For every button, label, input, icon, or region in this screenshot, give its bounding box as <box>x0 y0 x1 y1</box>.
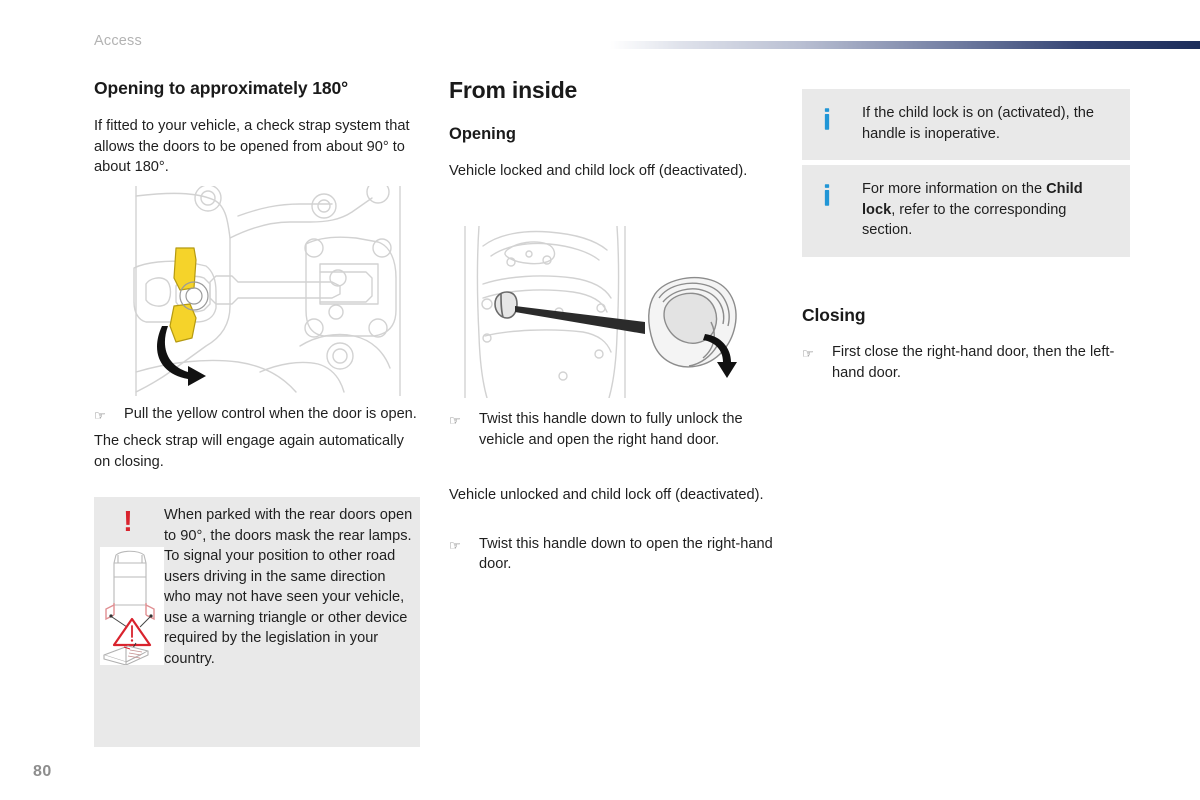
closing-heading: Closing <box>802 305 866 325</box>
bullet-pull-yellow-control: ☞ Pull the yellow control when the door … <box>94 404 420 426</box>
pointing-hand-icon: ☞ <box>802 346 814 361</box>
info-box-child-lock-handle: If the child lock is on (activated), the… <box>802 89 1130 160</box>
pointing-hand-icon: ☞ <box>94 408 106 423</box>
bullet-text: First close the right-hand door, then th… <box>832 344 1115 381</box>
warning-exclamation-icon: ! <box>123 506 133 538</box>
info-box-text: For more information on the Child lock, … <box>862 179 1114 241</box>
middle-column-bullets: ☞ Twist this handle down to fully unlock… <box>449 409 779 575</box>
middle-column: From inside Opening Vehicle locked and c… <box>449 77 779 182</box>
left-column-bullet-block: ☞ Pull the yellow control when the door … <box>94 404 420 472</box>
left-column-after-bullet: The check strap will engage again automa… <box>94 433 404 470</box>
door-check-strap-mechanism-diagram <box>110 186 407 396</box>
warning-box: ! When parked with the rear doors open t… <box>94 497 420 747</box>
bullet-text: Twist this handle down to open the right… <box>479 535 773 573</box>
left-column: Opening to approximately 180° If fitted … <box>94 78 420 178</box>
bullet-closing-order: ☞ First close the right-hand door, then … <box>802 342 1130 383</box>
interior-door-handle-twist-diagram <box>449 226 749 398</box>
info-icon <box>818 179 862 208</box>
bullet-twist-handle-unlock: ☞ Twist this handle down to fully unlock… <box>449 409 779 450</box>
bullet-twist-handle-open: ☞ Twist this handle down to open the rig… <box>449 534 779 575</box>
info-icon <box>818 103 862 132</box>
bullet-text: Pull the yellow control when the door is… <box>124 406 417 422</box>
info-box-text: If the child lock is on (activated), the… <box>862 105 1094 142</box>
header-gradient-rule <box>610 41 1200 49</box>
middle-column-intro: Vehicle locked and child lock off (deact… <box>449 163 748 180</box>
van-rear-doors-warning-triangle-diagram <box>100 547 164 666</box>
manual-page: Access Opening to approximately 180° If … <box>0 0 1200 800</box>
info-box-child-lock-reference: For more information on the Child lock, … <box>802 165 1130 257</box>
middle-column-paragraph-2: Vehicle unlocked and child lock off (dea… <box>449 487 764 503</box>
middle-column-heading: From inside <box>449 77 578 103</box>
warning-text: When parked with the rear doors open to … <box>164 507 413 667</box>
pointing-hand-icon: ☞ <box>449 413 461 428</box>
section-label: Access <box>94 33 142 49</box>
left-column-heading: Opening to approximately 180° <box>94 78 349 98</box>
left-column-intro: If fitted to your vehicle, a check strap… <box>94 118 410 175</box>
middle-column-sub-heading: Opening <box>449 125 516 144</box>
info-text-before: For more information on the <box>862 181 1047 197</box>
page-number: 80 <box>33 763 52 780</box>
bullet-text: Twist this handle down to fully unlock t… <box>479 411 743 448</box>
right-column: If the child lock is on (activated), the… <box>802 89 1130 383</box>
info-text-after: , refer to the corresponding section. <box>862 201 1067 239</box>
pointing-hand-icon: ☞ <box>449 537 461 553</box>
